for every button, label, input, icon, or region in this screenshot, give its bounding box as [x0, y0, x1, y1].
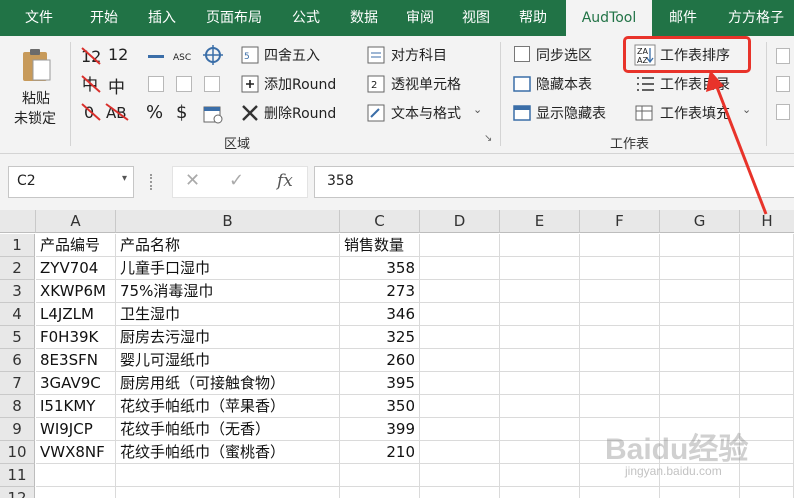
baidu-watermark: Baidu经验 [605, 433, 749, 466]
baidu-watermark-url: jingyan.baidu.com [625, 464, 722, 478]
